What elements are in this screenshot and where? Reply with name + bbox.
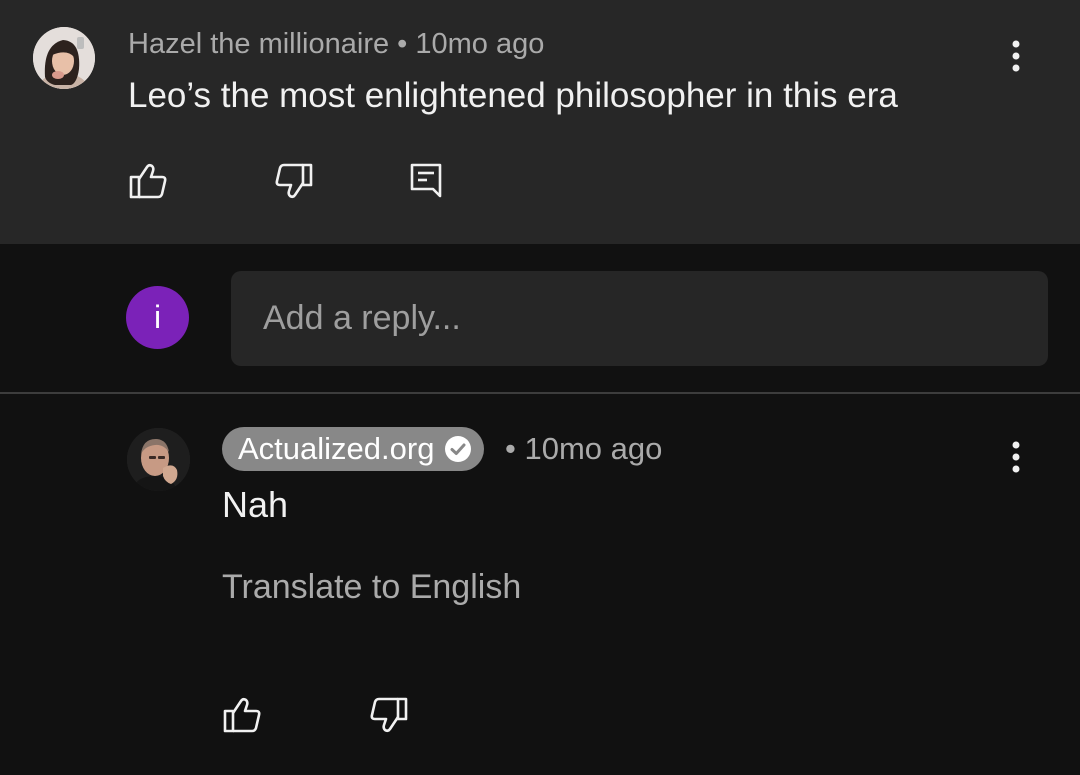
reply-like-button[interactable] <box>221 694 263 736</box>
reply-input[interactable] <box>231 271 1048 366</box>
more-vertical-icon <box>1012 40 1020 72</box>
more-vertical-icon <box>1012 441 1020 473</box>
like-button[interactable] <box>127 160 169 202</box>
thumbs-down-icon <box>275 163 313 199</box>
comment-text: Leo’s the most enlightened philosopher i… <box>128 76 898 115</box>
more-options-button[interactable] <box>1001 36 1031 76</box>
creator-author-badge[interactable]: Actualized.org <box>222 427 485 471</box>
translate-to-english-link[interactable]: Translate to English <box>222 568 521 607</box>
thumbs-up-icon <box>223 697 261 733</box>
reply-dislike-button[interactable] <box>368 694 410 736</box>
dislike-button[interactable] <box>273 160 315 202</box>
reply-button[interactable] <box>405 160 447 202</box>
reply-text: Nah <box>222 484 289 525</box>
reply-comment-icon <box>410 163 442 198</box>
verified-check-icon <box>444 435 472 463</box>
section-divider <box>0 392 1080 394</box>
highlighted-comment: Hazel the millionaire • 10mo ago Leo’s t… <box>0 0 1080 244</box>
creator-avatar[interactable] <box>127 428 190 491</box>
reply-meta-time: • 10mo ago <box>505 431 663 466</box>
commenter-avatar[interactable] <box>33 27 95 89</box>
avatar-photo-icon <box>33 27 95 89</box>
creator-avatar-photo-icon <box>127 428 190 491</box>
comments-page: Hazel the millionaire • 10mo ago Leo’s t… <box>0 0 1080 775</box>
thumbs-up-icon <box>129 163 167 199</box>
comment-meta: Hazel the millionaire • 10mo ago <box>128 28 545 60</box>
current-user-avatar[interactable]: i <box>126 286 189 349</box>
reply-author-name: Actualized.org <box>238 431 435 466</box>
thumbs-down-icon <box>370 697 408 733</box>
reply-more-options-button[interactable] <box>1001 437 1031 477</box>
